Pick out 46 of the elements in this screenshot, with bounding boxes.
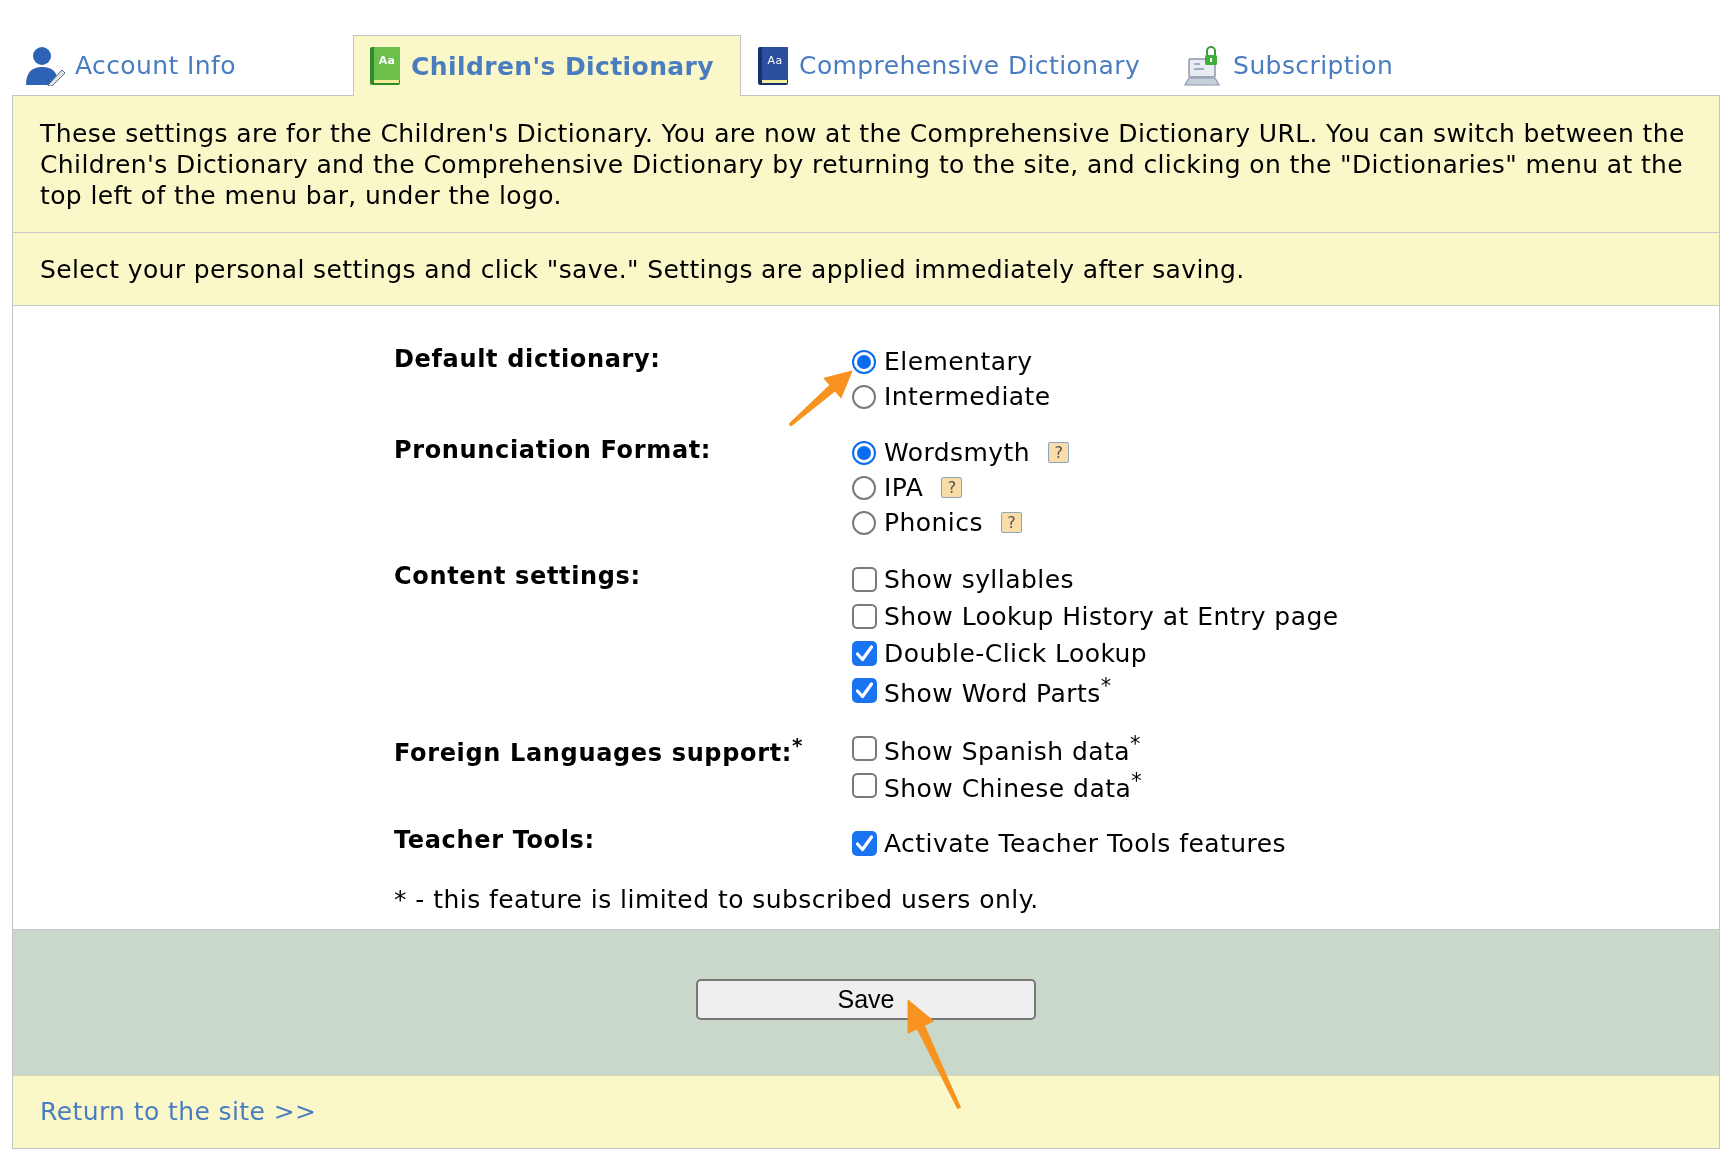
checkbox-label[interactable]: Show Lookup History at Entry page — [884, 601, 1339, 632]
checkbox-label[interactable]: Show Spanish data$^{*}$ — [884, 729, 1141, 768]
radio-label[interactable]: Wordsmyth — [884, 437, 1031, 468]
checkbox[interactable] — [852, 773, 877, 798]
radio-button[interactable] — [852, 349, 876, 374]
setting-label: Teacher Tools: — [394, 825, 595, 855]
setting-label: Foreign Languages support:$^{*}$ — [394, 732, 804, 768]
checkbox[interactable] — [852, 736, 877, 761]
radio-button[interactable] — [852, 510, 876, 535]
checkbox[interactable] — [852, 641, 877, 666]
setting-label: Default dictionary: — [394, 344, 661, 374]
return-link[interactable]: Return to the site >> — [40, 1097, 317, 1126]
checkbox-label[interactable]: Activate Teacher Tools features — [884, 828, 1287, 859]
save-button[interactable]: Save — [696, 979, 1036, 1020]
checkbox[interactable] — [852, 678, 877, 703]
checkbox-label[interactable]: Double-Click Lookup — [884, 638, 1148, 669]
tab[interactable]: Subscription — [1167, 35, 1421, 95]
radio-label[interactable]: Elementary — [884, 346, 1033, 377]
instructions-text: Select your personal settings and click "save." Settings are applied immediately after saving. — [40, 254, 1246, 285]
radio-button[interactable] — [852, 384, 876, 409]
radio-label[interactable]: Intermediate — [884, 381, 1051, 412]
footnote-text: * - this feature is limited to subscribed users only. — [394, 884, 1039, 916]
user-pencil-icon — [25, 45, 65, 86]
setting-label: Pronunciation Format: — [394, 435, 712, 465]
arrow-icon — [907, 999, 962, 1110]
checkbox[interactable] — [852, 567, 877, 592]
checkbox[interactable] — [852, 604, 877, 629]
checkbox-label[interactable]: Show Word Parts$^{*}$ — [884, 671, 1112, 710]
setting-label: Content settings: — [394, 561, 641, 591]
checkbox-label[interactable]: Show syllables — [884, 564, 1074, 595]
help-button[interactable]: ? — [1000, 512, 1022, 533]
book-icon: Aa — [369, 46, 401, 86]
tab[interactable]: Account Info — [12, 35, 353, 95]
tab[interactable]: Aa Comprehensive Dictionary — [741, 35, 1168, 95]
radio-label[interactable]: IPA — [884, 472, 924, 503]
checkbox[interactable] — [852, 831, 877, 856]
book-icon: Aa — [757, 45, 790, 86]
arrow-icon — [788, 370, 853, 428]
radio-label[interactable]: Phonics — [884, 507, 983, 538]
radio-button[interactable] — [852, 475, 876, 500]
tab[interactable]: Aa Children's Dictionary — [353, 35, 742, 96]
help-button[interactable]: ? — [1048, 442, 1070, 463]
help-button[interactable]: ? — [941, 477, 963, 498]
checkbox-label[interactable]: Show Chinese data$^{*}$ — [884, 766, 1143, 805]
radio-button[interactable] — [852, 440, 876, 465]
notice-text: These settings are for the Children's Dictionary. You are now at the Comprehensive Dictionary URL. You can switch between the Children's Dictionary and the Comprehensive Dictionary by returning to the site, and clicking on the "Dictionaries" menu at the top left of the menu bar, under the logo. — [40, 118, 1686, 211]
